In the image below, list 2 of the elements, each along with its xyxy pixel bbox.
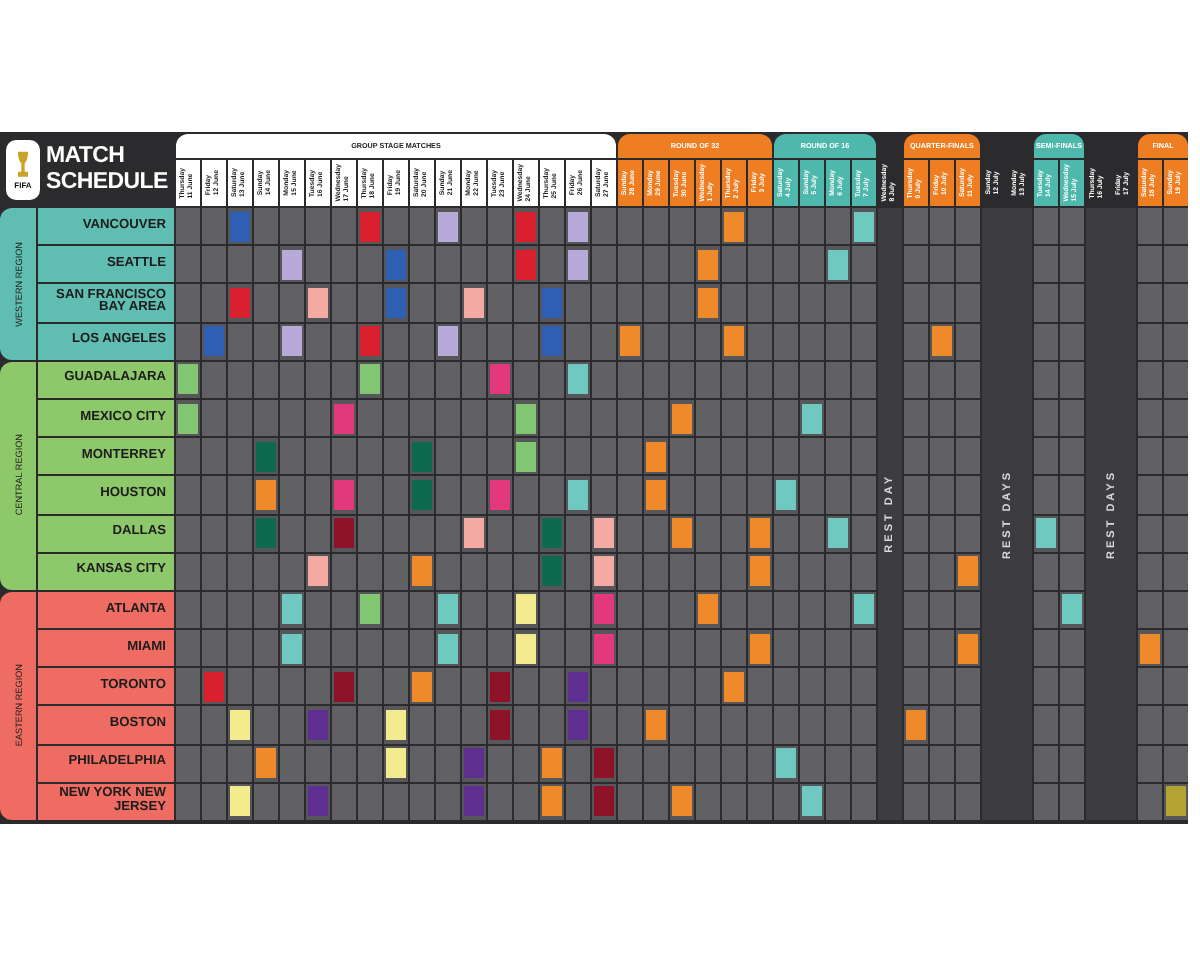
trophy-icon [14, 150, 32, 180]
schedule-title: MATCH SCHEDULE [46, 144, 168, 196]
